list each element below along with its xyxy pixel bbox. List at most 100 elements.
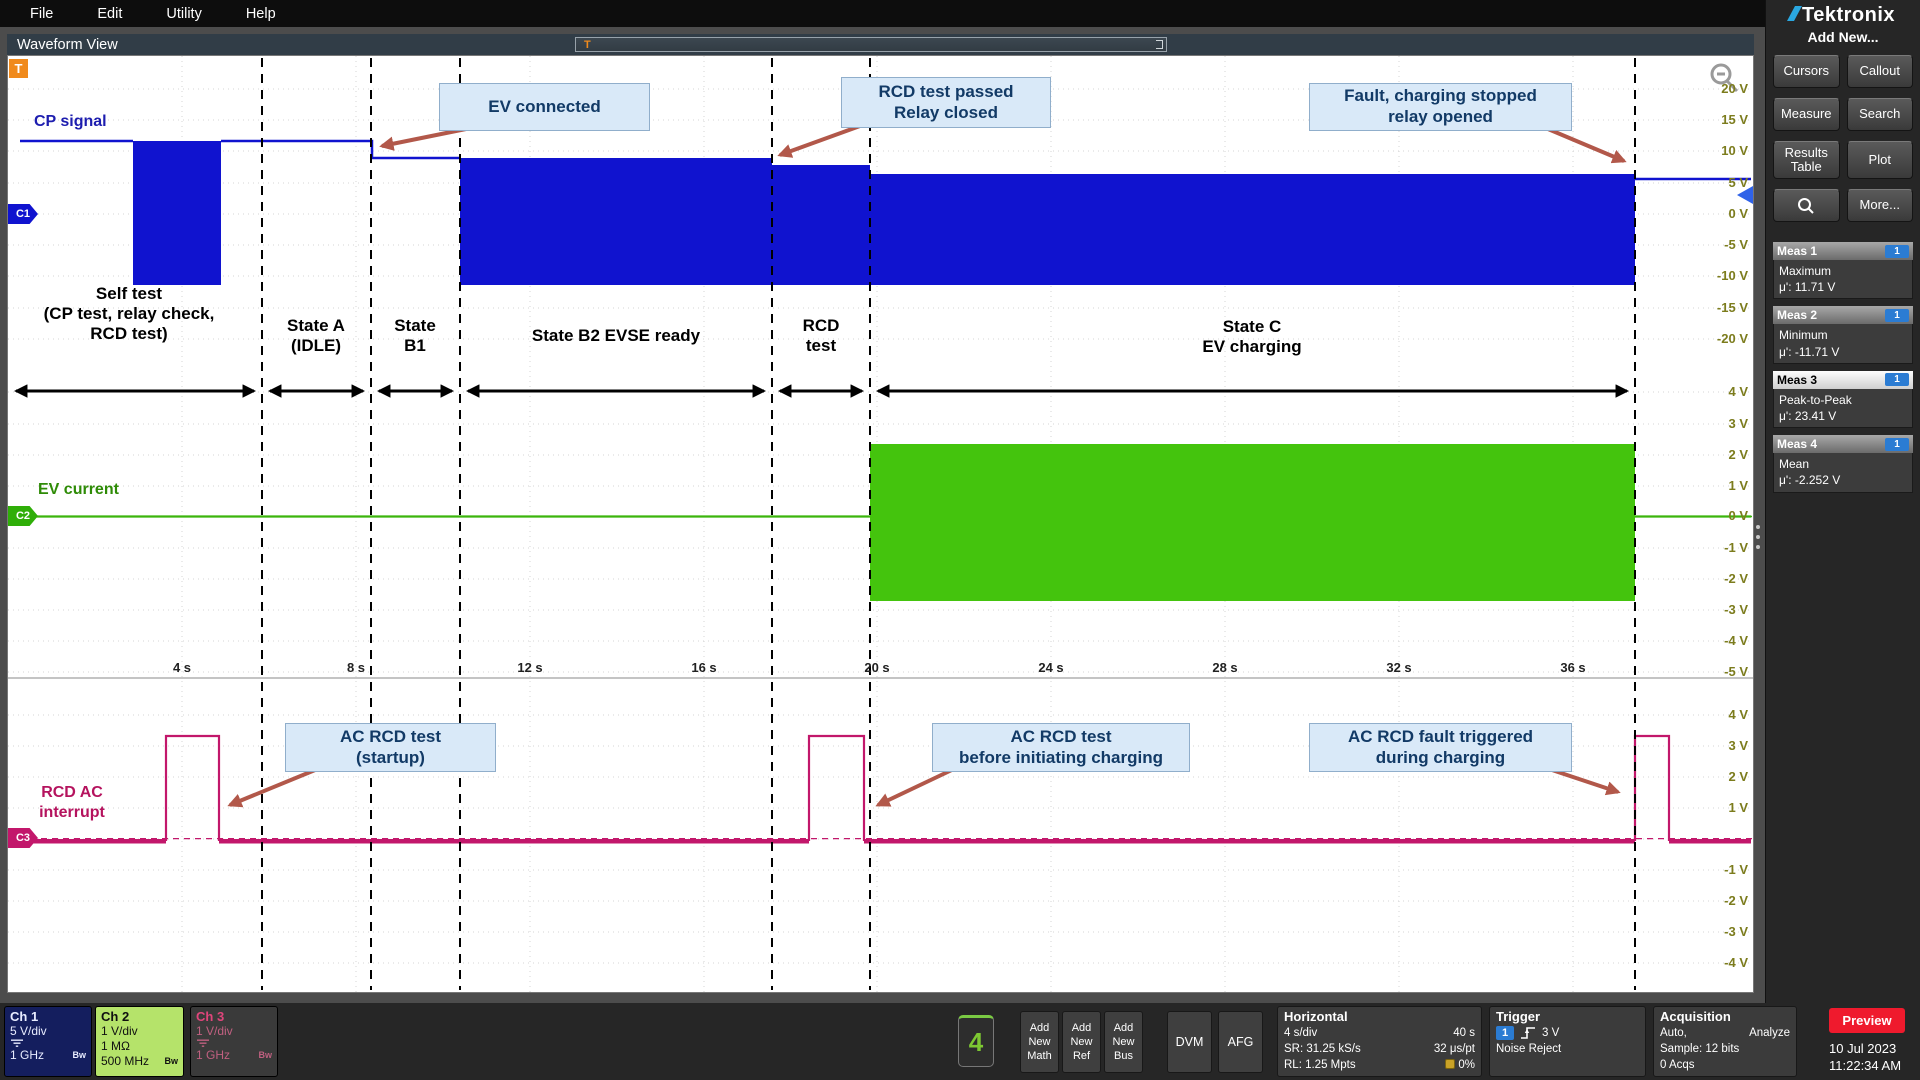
horizontal-sample-rate: SR: 31.25 kS/s [1284, 1041, 1361, 1057]
time-axis-label: 16 s [691, 660, 716, 675]
cp-axis-label: 20 V [1684, 81, 1748, 96]
utilization-icon [1445, 1059, 1455, 1069]
time-axis-label: 24 s [1038, 660, 1063, 675]
ev-axis-label: -3 V [1684, 602, 1748, 617]
channel-2-impedance: 1 MΩ [101, 1039, 130, 1054]
channel-1-scale: 5 V/div [10, 1024, 47, 1039]
channel-3-scale: 1 V/div [196, 1024, 233, 1039]
ground-coupling-icon [10, 1039, 24, 1048]
callout-fault[interactable]: Fault, charging stopped relay opened [1309, 83, 1572, 131]
time-axis-label: 8 s [347, 660, 365, 675]
channel-3-bandwidth: 1 GHz [196, 1048, 230, 1063]
time-label: 11:22:34 AM [1829, 1058, 1901, 1073]
time-axis-label: 28 s [1212, 660, 1237, 675]
results-table-button[interactable]: Results Table [1773, 141, 1840, 179]
ev-current-label: EV current [38, 480, 119, 500]
meas-4-panel[interactable]: Meas 4 1 Mean μ': -2.252 V [1773, 435, 1913, 492]
overview-end-marker [1156, 40, 1163, 49]
menu-edit[interactable]: Edit [97, 6, 122, 22]
acquisition-analyze: Analyze [1749, 1025, 1790, 1041]
callout-ev-connected[interactable]: EV connected [439, 83, 650, 131]
channel-3-bw-tag: Bw [259, 1048, 273, 1063]
meas-2-type: Minimum [1779, 327, 1907, 343]
meas-3-value: μ': 23.41 V [1779, 408, 1907, 424]
callout-rcd-before-charging[interactable]: AC RCD test before initiating charging [932, 723, 1190, 772]
state-label-a: State A (IDLE) [256, 316, 376, 356]
channel-1-bandwidth: 1 GHz [10, 1048, 44, 1063]
trigger-mode: Noise Reject [1496, 1041, 1561, 1057]
channel-4-button[interactable]: 4 [958, 1015, 994, 1067]
state-label-rcd-test: RCD test [791, 316, 851, 356]
callout-rcd-fault[interactable]: AC RCD fault triggered during charging [1309, 723, 1572, 772]
ev-axis-label: -5 V [1684, 664, 1748, 679]
trigger-source-badge[interactable]: T [9, 59, 28, 78]
meas-1-type: Maximum [1779, 263, 1907, 279]
menu-bar: File Edit Utility Help [0, 0, 1765, 27]
ev-axis-label: 0 V [1684, 508, 1748, 523]
zoom-mode-button[interactable] [1773, 189, 1840, 222]
callout-rcd-startup[interactable]: AC RCD test (startup) [285, 723, 496, 772]
measure-button[interactable]: Measure [1773, 98, 1840, 131]
meas-4-name: Meas 4 [1777, 437, 1885, 451]
preview-button[interactable]: Preview [1829, 1008, 1905, 1033]
logo-slash-icon [1787, 6, 1802, 21]
callout-button[interactable]: Callout [1847, 55, 1914, 88]
add-new-math-button[interactable]: Add New Math [1020, 1011, 1059, 1073]
waveform-plot[interactable]: T C1 C2 C3 CP signal EV current RCD AC i… [7, 55, 1754, 993]
trigger-position-marker[interactable]: T [584, 38, 591, 53]
afg-button[interactable]: AFG [1218, 1011, 1263, 1073]
rcd-axis-label: -4 V [1684, 955, 1748, 970]
menu-utility[interactable]: Utility [166, 6, 201, 22]
cp-axis-label: -20 V [1684, 331, 1748, 346]
meas-1-name: Meas 1 [1777, 244, 1885, 258]
channel-2-tile[interactable]: Ch 2 1 V/div 1 MΩ 500 MHz Bw [95, 1006, 184, 1077]
meas-3-type: Peak-to-Peak [1779, 392, 1907, 408]
cp-axis-label: -15 V [1684, 300, 1748, 315]
waveform-canvas [8, 56, 1753, 992]
search-button[interactable]: Search [1847, 98, 1914, 131]
c1-cp-signal-trace[interactable] [20, 141, 1751, 285]
trigger-panel[interactable]: Trigger 1 3 V Noise Reject [1489, 1006, 1646, 1077]
menu-file[interactable]: File [30, 6, 53, 22]
rcd-ac-interrupt-label: RCD AC interrupt [26, 783, 118, 823]
cp-axis-label: 5 V [1684, 175, 1748, 190]
callout-rcd-passed[interactable]: RCD test passed Relay closed [841, 77, 1051, 128]
channel-2-bandwidth: 500 MHz [101, 1054, 149, 1069]
add-new-bus-button[interactable]: Add New Bus [1104, 1011, 1143, 1073]
cursors-button[interactable]: Cursors [1773, 55, 1840, 88]
plot-button[interactable]: Plot [1847, 141, 1914, 179]
state-label-selftest: Self test (CP test, relay check, RCD tes… [19, 284, 239, 344]
acquisition-panel[interactable]: Acquisition Auto, Analyze Sample: 12 bit… [1653, 1006, 1797, 1077]
rcd-axis-label: -2 V [1684, 893, 1748, 908]
cp-axis-label: -10 V [1684, 268, 1748, 283]
ev-axis-label: 1 V [1684, 478, 1748, 493]
trigger-level: 3 V [1542, 1025, 1559, 1041]
workspace: Waveform View T [0, 27, 1765, 1003]
ev-axis-label: -4 V [1684, 633, 1748, 648]
more-button[interactable]: More... [1847, 189, 1914, 222]
channel-1-tile[interactable]: Ch 1 5 V/div 1 GHz Bw [4, 1006, 92, 1077]
meas-1-source-badge: 1 [1885, 245, 1909, 258]
meas-2-value: μ': -11.71 V [1779, 344, 1907, 360]
channel-3-tile[interactable]: Ch 3 1 V/div 1 GHz Bw [190, 1006, 278, 1077]
channel-1-name: Ch 1 [5, 1007, 91, 1024]
dvm-button[interactable]: DVM [1167, 1011, 1212, 1073]
meas-1-panel[interactable]: Meas 1 1 Maximum μ': 11.71 V [1773, 242, 1913, 299]
meas-2-panel[interactable]: Meas 2 1 Minimum μ': -11.71 V [1773, 306, 1913, 363]
c2-ev-current-trace[interactable] [8, 444, 1753, 601]
zoom-overview-bar[interactable]: T [575, 37, 1167, 52]
horizontal-scale: 4 s/div [1284, 1025, 1317, 1041]
horizontal-panel[interactable]: Horizontal 4 s/div 40 s SR: 31.25 kS/s 3… [1277, 1006, 1482, 1077]
bottom-settings-bar: Ch 1 5 V/div 1 GHz Bw Ch 2 1 V/div 1 MΩ … [0, 1003, 1920, 1080]
meas-3-panel[interactable]: Meas 3 1 Peak-to-Peak μ': 23.41 V [1773, 371, 1913, 428]
cp-axis-label: -5 V [1684, 237, 1748, 252]
rising-edge-icon [1520, 1026, 1536, 1040]
channel-2-bw-tag: Bw [165, 1054, 179, 1069]
waveform-view: Waveform View T [7, 34, 1754, 993]
measurement-list: Meas 1 1 Maximum μ': 11.71 V Meas 2 1 Mi… [1766, 242, 1920, 493]
meas-2-name: Meas 2 [1777, 308, 1885, 322]
add-new-heading: Add New... [1766, 29, 1920, 45]
panel-splitter-handle[interactable] [1756, 525, 1761, 555]
add-new-ref-button[interactable]: Add New Ref [1062, 1011, 1101, 1073]
menu-help[interactable]: Help [246, 6, 276, 22]
